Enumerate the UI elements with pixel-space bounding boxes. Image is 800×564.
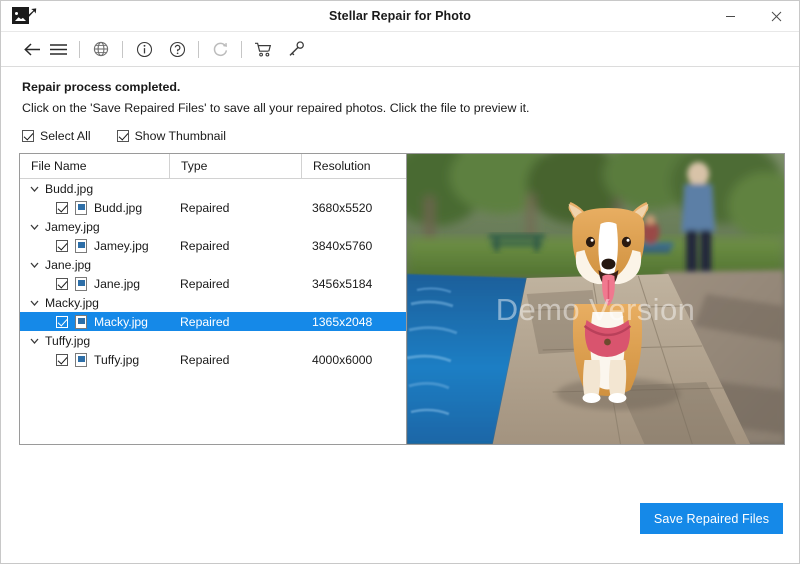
window-controls <box>707 1 799 32</box>
image-file-icon <box>75 353 87 367</box>
file-resolution-cell: 3456x5184 <box>301 277 406 291</box>
question-mark-icon[interactable] <box>164 36 190 62</box>
info-icon[interactable] <box>131 36 157 62</box>
refresh-icon <box>207 36 233 62</box>
file-name-cell: Tuffy.jpg <box>20 353 169 367</box>
back-arrow-icon[interactable] <box>19 36 45 62</box>
photo-repair-logo-icon: ➚ <box>12 5 40 27</box>
title-bar: ➚ Stellar Repair for Photo <box>1 1 799 32</box>
file-name-cell: Jane.jpg <box>20 277 169 291</box>
show-thumbnail-label: Show Thumbnail <box>135 129 226 143</box>
file-group-row[interactable]: Tuffy.jpg <box>20 331 406 350</box>
main-content: File Name Type Resolution Budd.jpgBudd.j… <box>19 153 785 445</box>
app-window: ➚ Stellar Repair for Photo <box>0 0 800 564</box>
file-name-cell: Macky.jpg <box>20 315 169 329</box>
hamburger-menu-icon[interactable] <box>45 36 71 62</box>
select-all-label: Select All <box>40 129 91 143</box>
select-all-checkbox[interactable]: Select All <box>22 129 91 143</box>
chevron-down-icon[interactable] <box>28 258 41 271</box>
file-group-row[interactable]: Jamey.jpg <box>20 217 406 236</box>
file-checkbox[interactable] <box>56 202 68 214</box>
shopping-cart-icon[interactable] <box>250 36 276 62</box>
preview-image <box>407 154 784 444</box>
file-type-cell: Repaired <box>169 315 301 329</box>
chevron-down-icon[interactable] <box>28 296 41 309</box>
file-checkbox[interactable] <box>56 316 68 328</box>
file-resolution-cell: 3840x5760 <box>301 239 406 253</box>
file-name-label: Tuffy.jpg <box>94 353 139 367</box>
file-resolution-cell: 3680x5520 <box>301 201 406 215</box>
file-name-cell: Jamey.jpg <box>20 239 169 253</box>
toolbar-divider <box>241 41 242 58</box>
table-row[interactable]: Tuffy.jpg Repaired4000x6000 <box>20 350 406 369</box>
chevron-down-icon[interactable] <box>28 182 41 195</box>
file-name-label: Budd.jpg <box>94 201 142 215</box>
file-type-cell: Repaired <box>169 201 301 215</box>
image-file-icon <box>75 201 87 215</box>
toolbar-divider <box>79 41 80 58</box>
file-type-cell: Repaired <box>169 239 301 253</box>
file-group-name: Budd.jpg <box>45 182 93 196</box>
file-resolution-cell: 1365x2048 <box>301 315 406 329</box>
minimize-button[interactable] <box>707 1 753 32</box>
table-row[interactable]: Jamey.jpg Repaired3840x5760 <box>20 236 406 255</box>
image-file-icon <box>75 315 87 329</box>
file-list-body[interactable]: Budd.jpgBudd.jpgRepaired3680x5520Jamey.j… <box>20 179 406 444</box>
image-file-icon <box>75 277 87 291</box>
status-heading: Repair process completed. <box>22 78 799 96</box>
table-row[interactable]: Budd.jpg Repaired3680x5520 <box>20 198 406 217</box>
chevron-down-icon[interactable] <box>28 220 41 233</box>
file-group-name: Jamey.jpg <box>45 220 100 234</box>
globe-icon[interactable] <box>88 36 114 62</box>
column-header-file-name[interactable]: File Name <box>20 154 169 179</box>
file-group-row[interactable]: Macky.jpg <box>20 293 406 312</box>
toolbar <box>1 32 799 67</box>
image-file-icon <box>75 239 87 253</box>
file-group-name: Tuffy.jpg <box>45 334 90 348</box>
instructions-block: Repair process completed. Click on the '… <box>1 67 799 118</box>
file-name-label: Jamey.jpg <box>94 239 149 253</box>
file-name-label: Macky.jpg <box>94 315 148 329</box>
file-checkbox[interactable] <box>56 278 68 290</box>
column-header-resolution[interactable]: Resolution <box>301 154 406 179</box>
file-resolution-cell: 4000x6000 <box>301 353 406 367</box>
status-description: Click on the 'Save Repaired Files' to sa… <box>22 98 799 118</box>
table-row[interactable]: Jane.jpg Repaired3456x5184 <box>20 274 406 293</box>
chevron-down-icon[interactable] <box>28 334 41 347</box>
show-thumbnail-checkbox[interactable]: Show Thumbnail <box>117 129 226 143</box>
checkbox-icon <box>117 130 129 142</box>
file-group-row[interactable]: Jane.jpg <box>20 255 406 274</box>
file-list-panel: File Name Type Resolution Budd.jpgBudd.j… <box>20 154 407 444</box>
file-type-cell: Repaired <box>169 353 301 367</box>
file-group-name: Macky.jpg <box>45 296 99 310</box>
column-header-type[interactable]: Type <box>169 154 301 179</box>
table-row[interactable]: Macky.jpg Repaired1365x2048 <box>20 312 406 331</box>
file-list-header: File Name Type Resolution <box>20 154 406 179</box>
file-checkbox[interactable] <box>56 354 68 366</box>
footer: Save Repaired Files <box>1 445 799 563</box>
image-preview-panel[interactable]: Demo Version <box>407 154 784 444</box>
toolbar-divider <box>122 41 123 58</box>
options-row: Select All Show Thumbnail <box>1 128 799 144</box>
checkbox-icon <box>22 130 34 142</box>
close-button[interactable] <box>753 1 799 32</box>
window-title: Stellar Repair for Photo <box>1 9 799 23</box>
key-icon[interactable] <box>283 36 309 62</box>
file-type-cell: Repaired <box>169 277 301 291</box>
save-repaired-files-button[interactable]: Save Repaired Files <box>640 503 783 534</box>
file-group-row[interactable]: Budd.jpg <box>20 179 406 198</box>
file-name-label: Jane.jpg <box>94 277 140 291</box>
file-checkbox[interactable] <box>56 240 68 252</box>
file-name-cell: Budd.jpg <box>20 201 169 215</box>
file-group-name: Jane.jpg <box>45 258 91 272</box>
toolbar-divider <box>198 41 199 58</box>
